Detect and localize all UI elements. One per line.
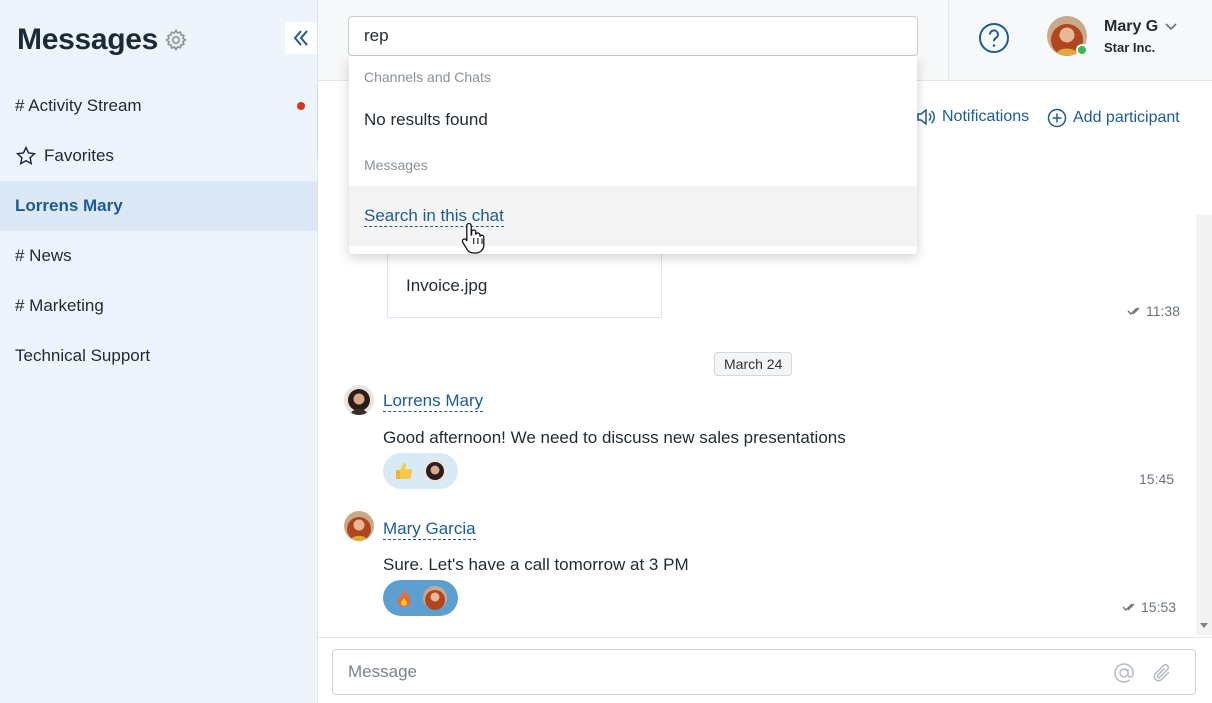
chevron-down-icon[interactable] bbox=[1164, 22, 1178, 32]
add-participant-label: Add participant bbox=[1073, 109, 1180, 126]
sidebar-item-activity-stream[interactable]: # Activity Stream bbox=[0, 81, 317, 131]
sidebar-item-label: Technical Support bbox=[15, 346, 151, 365]
scrollbar-track[interactable] bbox=[1196, 215, 1212, 635]
message-input[interactable] bbox=[332, 649, 1196, 695]
sidebar: Messages # Activity Stream Favorites Lor… bbox=[0, 0, 318, 703]
page-title: Messages bbox=[17, 23, 159, 56]
sidebar-item-label: # Activity Stream bbox=[15, 96, 142, 115]
date-separator: March 24 bbox=[714, 352, 793, 376]
collapse-sidebar-button[interactable] bbox=[285, 22, 317, 54]
scroll-down-icon[interactable] bbox=[1199, 622, 1209, 630]
reaction-pill[interactable] bbox=[383, 580, 458, 616]
star-icon bbox=[15, 145, 37, 167]
avatar bbox=[423, 586, 447, 610]
search-input[interactable] bbox=[348, 16, 918, 56]
divider bbox=[948, 0, 949, 81]
sidebar-item-technical-support[interactable]: Technical Support bbox=[0, 331, 317, 381]
sidebar-item-label: Favorites bbox=[44, 146, 114, 165]
message-text: Sure. Let's have a call tomorrow at 3 PM bbox=[383, 555, 689, 574]
double-check-icon bbox=[1122, 603, 1135, 611]
user-company: Star Inc. bbox=[1104, 40, 1156, 55]
section-heading-messages: Messages bbox=[364, 157, 428, 173]
search-results-dropdown: Channels and Chats No results found Mess… bbox=[349, 56, 917, 254]
add-participant-button[interactable]: Add participant bbox=[1047, 108, 1180, 128]
sidebar-item-news[interactable]: # News bbox=[0, 231, 317, 281]
no-results-text: No results found bbox=[364, 110, 488, 129]
search-in-chat-row[interactable]: Search in this chat bbox=[349, 186, 917, 246]
plus-circle-icon bbox=[1047, 108, 1067, 128]
fire-icon bbox=[393, 587, 415, 609]
message-time: 11:38 bbox=[1127, 303, 1180, 319]
file-name: Invoice.jpg bbox=[406, 276, 488, 295]
avatar[interactable] bbox=[344, 511, 374, 541]
message-author[interactable]: Lorrens Mary bbox=[383, 391, 484, 412]
message-time: 15:53 bbox=[1122, 599, 1176, 615]
double-check-icon bbox=[1127, 307, 1140, 315]
composer-bar bbox=[318, 637, 1212, 703]
sidebar-item-marketing[interactable]: # Marketing bbox=[0, 281, 317, 331]
reaction-pill[interactable] bbox=[383, 453, 458, 489]
message-time: 15:45 bbox=[1139, 471, 1175, 487]
message-author[interactable]: Mary Garcia bbox=[383, 519, 476, 540]
sidebar-list: # Activity Stream Favorites Lorrens Mary… bbox=[0, 81, 317, 381]
avatar[interactable] bbox=[344, 385, 374, 415]
unread-dot bbox=[297, 102, 305, 110]
paperclip-icon[interactable] bbox=[1151, 662, 1173, 684]
mention-icon[interactable] bbox=[1113, 662, 1135, 684]
message-text: Good afternoon! We need to discuss new s… bbox=[383, 428, 846, 447]
gear-icon[interactable] bbox=[164, 28, 188, 52]
section-heading-channels: Channels and Chats bbox=[364, 69, 491, 85]
file-attachment[interactable]: Invoice.jpg bbox=[387, 246, 662, 318]
sidebar-item-label: # Marketing bbox=[15, 296, 104, 315]
speaker-icon bbox=[917, 108, 935, 126]
online-status-dot bbox=[1076, 44, 1088, 56]
double-chevron-left-icon bbox=[293, 30, 308, 46]
user-name[interactable]: Mary G bbox=[1104, 18, 1158, 36]
avatar bbox=[423, 459, 447, 483]
notifications-label: Notifications bbox=[942, 108, 1030, 125]
hand-cursor-icon bbox=[461, 222, 485, 254]
sidebar-item-favorites[interactable]: Favorites bbox=[0, 131, 317, 181]
sidebar-item-label: Lorrens Mary bbox=[15, 196, 123, 215]
notifications-button[interactable]: Notifications bbox=[916, 108, 1029, 126]
sidebar-item-label: # News bbox=[15, 246, 72, 265]
question-circle-icon[interactable] bbox=[978, 22, 1010, 54]
sidebar-header: Messages bbox=[17, 20, 188, 60]
sidebar-item-lorrens-mary[interactable]: Lorrens Mary bbox=[0, 181, 317, 231]
thumbs-up-icon bbox=[393, 460, 415, 482]
